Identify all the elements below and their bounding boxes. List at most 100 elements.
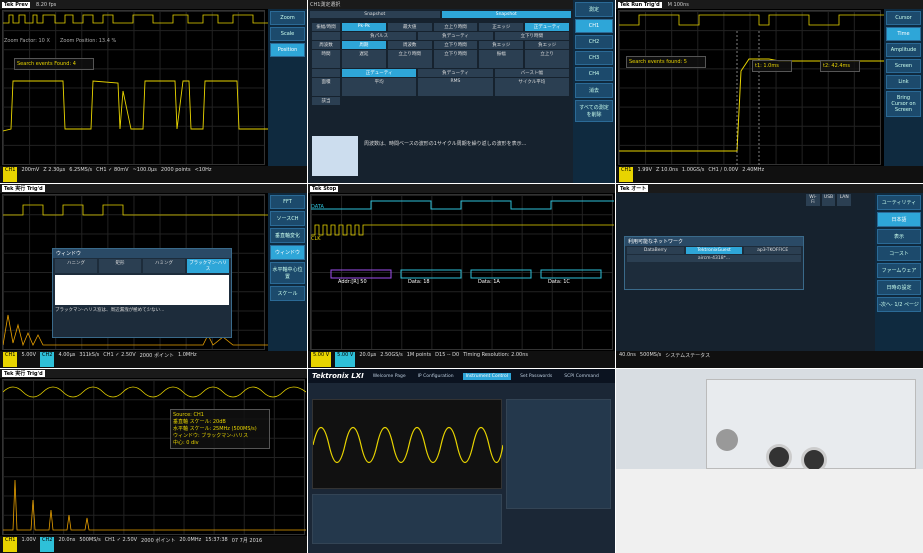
meas-cell[interactable]: 平均 (342, 78, 417, 96)
clear-button[interactable]: 消去 (575, 83, 613, 98)
bring-cursor-button[interactable]: Bring Cursor on Screen (886, 91, 921, 117)
zoom-button[interactable]: Zoom (270, 11, 305, 25)
welcome-tab[interactable]: Welcome Page (370, 373, 409, 380)
meas-cell[interactable]: 正デューティ (525, 23, 569, 31)
meas-cell[interactable]: RMS (418, 78, 493, 96)
meas-cell[interactable]: バースト幅 (494, 69, 569, 77)
meas-cell[interactable]: 正エッジ (479, 23, 524, 31)
meas-cell[interactable]: 周波数 (387, 41, 432, 49)
bus-packet[interactable]: Addr:[R] 50 (338, 279, 367, 285)
trigger-level: CH1 ✓ 2.50V (103, 352, 136, 358)
meas-cell[interactable]: 正デューティ (342, 69, 417, 77)
ch1-badge[interactable]: CH1 (3, 352, 18, 367)
datetime-button[interactable]: 日時の設定 (877, 280, 921, 295)
usb-tab[interactable]: USB (821, 194, 836, 206)
ch1-badge[interactable]: CH1 (3, 167, 18, 182)
meas-cell[interactable]: 立下り時間 (433, 41, 478, 49)
coast-button[interactable]: コースト (877, 246, 921, 261)
language-button[interactable]: 日本語 (877, 212, 921, 227)
firmware-button[interactable]: ファームウェア (877, 263, 921, 278)
meas-cell[interactable]: 遅延 (342, 50, 386, 68)
meas-cell[interactable]: 最大値 (387, 23, 432, 31)
trigger-level: CH1 ✓ 2.50V (104, 537, 138, 543)
network-item[interactable]: DataBerry (627, 247, 684, 254)
window-blackman[interactable]: ブラックマン-ハリス (187, 259, 229, 273)
scpi-tab[interactable]: SCPI Command (561, 373, 602, 380)
scale-button[interactable]: Scale (270, 27, 305, 41)
status-bar: Tek 実行 Trig'd (0, 184, 307, 193)
next-page-button[interactable]: -次へ- 1/2 ページ (877, 297, 921, 312)
ch1-badge[interactable]: CH1 (619, 167, 634, 182)
meas-cell[interactable]: 周期 (342, 41, 386, 49)
meas-cell[interactable]: 立上り時間 (387, 50, 432, 68)
amplitude-button[interactable]: Amplitude (886, 43, 921, 57)
ch1-button[interactable]: CH1 (575, 19, 613, 33)
bus-packet[interactable]: Data: 1C (548, 279, 570, 285)
ch1-scale[interactable]: 5.00 V (311, 352, 332, 367)
network-item[interactable]: TektronixGuest (685, 247, 743, 254)
cursor-button[interactable]: Cursor (886, 11, 921, 25)
meas-cell[interactable]: 立下り時間 (433, 50, 478, 68)
window-button[interactable]: ウィンドウ (270, 245, 305, 260)
meas-cell[interactable]: 負デューティ (418, 69, 493, 77)
dialog-title: 利用可能なネットワーク (625, 237, 803, 246)
ch2-badge[interactable]: CH2 (40, 537, 55, 552)
horizontal-button[interactable]: 水平軸中心位置 (270, 262, 305, 284)
position-button[interactable]: Position (270, 43, 305, 57)
window-hanning[interactable]: ハニング (55, 259, 97, 273)
link-button[interactable]: Link (886, 75, 921, 89)
scale-button[interactable]: スケール (270, 286, 305, 301)
vertical-button[interactable]: 垂直軸変化 (270, 228, 305, 243)
ch2-button[interactable]: CH2 (575, 35, 613, 49)
fft-button[interactable]: FFT (270, 195, 305, 209)
ch2-scale[interactable]: 5.00 V (335, 352, 356, 367)
measure-button[interactable]: 測定 (575, 2, 613, 17)
snapshot-tab[interactable]: Snapshot (310, 11, 440, 18)
remove-all-button[interactable]: すべての測定を削除 (575, 100, 613, 122)
utility-button[interactable]: ユーティリティ (877, 195, 921, 210)
bus-packet[interactable]: Data: 1A (478, 279, 500, 285)
center-label: 中心: 0 div (173, 440, 199, 446)
network-item[interactable]: aircm-4318*... (627, 255, 801, 262)
time-button[interactable]: Time (886, 27, 921, 41)
panel-cursor: Tek Run Trig'd M 100ns Search events foun… (616, 0, 923, 183)
window-hamming[interactable]: ハミング (143, 259, 185, 273)
waveform-screen[interactable] (618, 10, 884, 166)
fps-readout: 8.20 fps (35, 1, 57, 8)
waveform-screen[interactable] (2, 10, 268, 165)
ch2-badge[interactable]: CH2 (40, 352, 55, 367)
window-rectangular[interactable]: 矩形 (99, 259, 141, 273)
ch3-button[interactable]: CH3 (575, 51, 613, 65)
control-panel[interactable] (506, 399, 611, 509)
meas-cell[interactable]: 立上り (525, 50, 569, 68)
meas-cell[interactable]: 振幅 (479, 50, 524, 68)
waveform-screen[interactable] (2, 379, 306, 535)
meas-cell[interactable]: 立上り時間 (433, 23, 478, 31)
source-button[interactable]: ソースCH (270, 211, 305, 226)
ip-config-tab[interactable]: IP Configuration (415, 373, 457, 380)
sample-rate: 311kS/s (79, 352, 100, 358)
ch4-button[interactable]: CH4 (575, 67, 613, 81)
meas-cell[interactable]: 負パルス (342, 32, 417, 40)
meas-cell[interactable]: サイクル平均 (494, 78, 569, 96)
status-readout: CH1 200mV Z 2.30μs 6.25MS/s CH1 ✓ 80mV ~100.0… (0, 166, 307, 183)
meas-cell[interactable]: 負エッジ (525, 41, 569, 49)
system-status[interactable]: システムステータス (665, 352, 710, 367)
bus-packet[interactable]: Data: 18 (408, 279, 430, 285)
lan-tab[interactable]: LAN (837, 194, 852, 206)
screen-button[interactable]: Screen (886, 59, 921, 73)
meas-cell[interactable]: Pk-Pk (342, 23, 386, 31)
set-passwords-tab[interactable]: Set Passwords (517, 373, 555, 380)
ch1-badge[interactable]: CH1 (3, 537, 18, 552)
meas-cell[interactable]: 負エッジ (479, 41, 524, 49)
meas-cell[interactable]: 立下り時間 (494, 32, 569, 40)
meas-cell[interactable]: 負デューティ (418, 32, 493, 40)
waveform-screen[interactable] (310, 194, 614, 350)
snapshot-tab-2[interactable]: Snapshot (441, 11, 571, 18)
settings-panel[interactable] (312, 494, 502, 544)
display-button[interactable]: 表示 (877, 229, 921, 244)
remote-screen[interactable] (312, 399, 503, 489)
instrument-control-tab[interactable]: Instrument Control (462, 372, 512, 380)
wifi-tab[interactable]: Wi-Fi (806, 194, 820, 206)
network-item[interactable]: ap3-TKOFFICE (744, 247, 802, 254)
